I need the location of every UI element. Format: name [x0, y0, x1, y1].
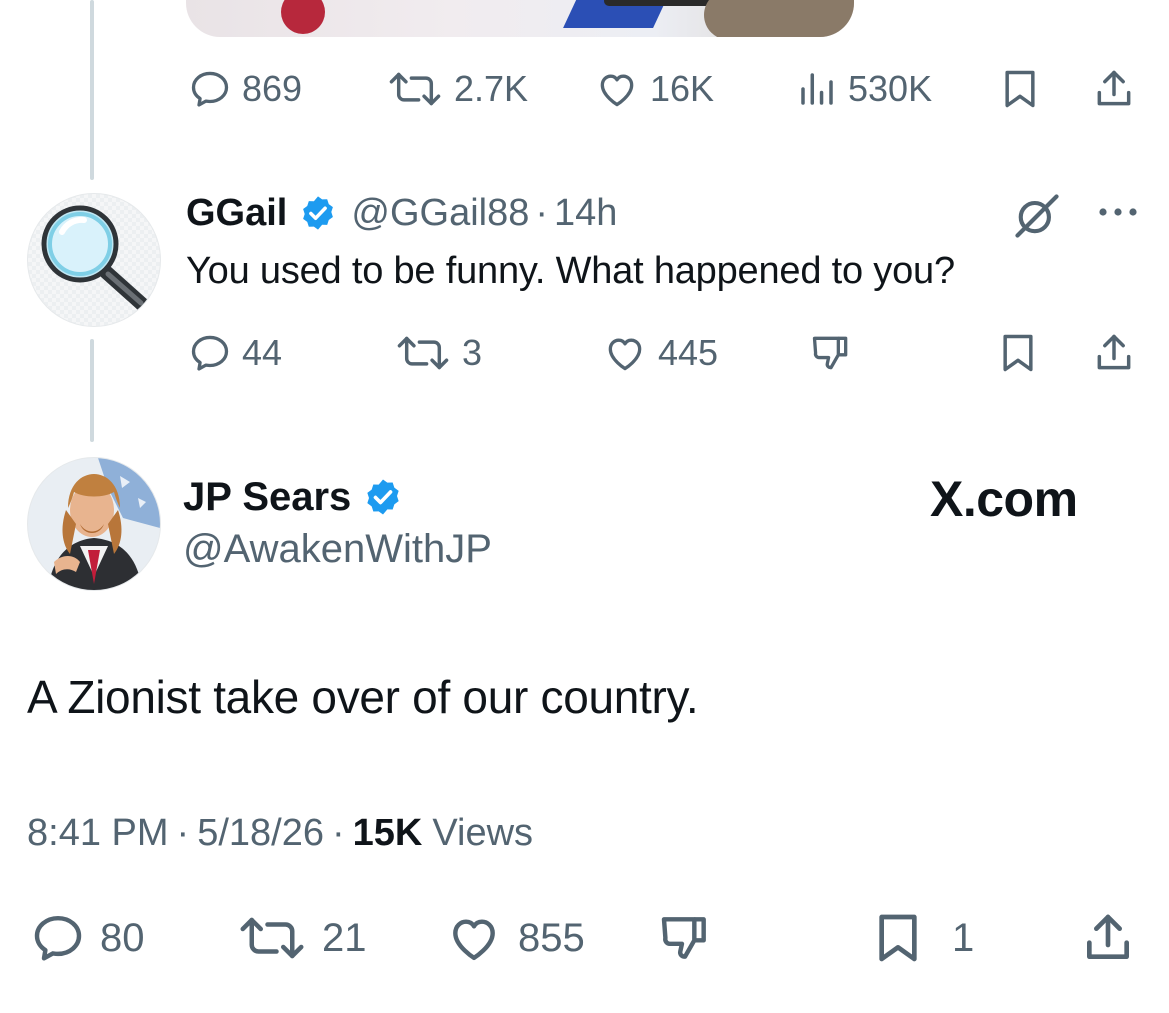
share-icon — [1087, 914, 1129, 959]
repost-count: 21 — [322, 916, 367, 960]
reply-button[interactable]: 80 — [30, 910, 145, 966]
like-count: 855 — [518, 916, 585, 960]
ggail-handle[interactable]: @GGail88 — [351, 192, 529, 235]
like-count: 445 — [658, 332, 719, 373]
tweet-date[interactable]: 5/18/26 — [197, 812, 324, 855]
bookmark-button[interactable] — [998, 67, 1042, 111]
profile-photo-icon — [28, 458, 160, 590]
jp-sears-display-name[interactable]: JP Sears — [183, 475, 351, 520]
ggail-display-name[interactable]: GGail — [186, 192, 287, 235]
bookmark-count: 1 — [952, 916, 975, 960]
jp-sears-header: JP Sears — [183, 474, 403, 520]
views-label[interactable]: Views — [432, 812, 533, 855]
verified-badge-icon — [303, 196, 334, 230]
main-tweet-actions: 80 21 855 1 — [0, 910, 1169, 966]
views-count[interactable]: 15K — [353, 812, 423, 855]
share-icon — [1097, 334, 1131, 370]
repost-icon — [240, 917, 304, 959]
meta-separator: · — [331, 812, 345, 854]
bookmark-button[interactable] — [996, 331, 1040, 375]
more-options-button[interactable] — [1097, 204, 1139, 225]
magnifying-glass-icon — [41, 205, 151, 313]
reply-icon — [191, 335, 229, 371]
like-button[interactable]: 445 — [602, 331, 718, 375]
reply-button[interactable]: 869 — [188, 67, 302, 111]
more-icon — [1099, 208, 1137, 216]
reply-tweet-actions: 44 3 445 — [0, 330, 1169, 376]
previous-tweet-actions: 869 2.7K 16K 530K — [0, 66, 1169, 112]
ggail-tweet-text: You used to be funny. What happened to y… — [186, 250, 955, 292]
repost-count: 3 — [462, 332, 483, 373]
dislike-button[interactable] — [806, 331, 856, 375]
previous-tweet-media[interactable] — [186, 0, 854, 37]
bookmark-icon — [1005, 70, 1035, 108]
repost-count: 2.7K — [454, 68, 529, 109]
share-button[interactable] — [1092, 67, 1136, 111]
like-button[interactable]: 16K — [594, 67, 714, 111]
reply-count: 80 — [100, 916, 145, 960]
repost-button[interactable]: 2.7K — [386, 67, 528, 111]
bookmark-icon — [879, 914, 917, 962]
x-com-watermark: X.com — [930, 471, 1078, 527]
bookmark-icon — [1003, 334, 1033, 372]
tweet-time[interactable]: 8:41 PM — [27, 812, 169, 855]
main-tweet-text: A Zionist take over of our country. — [27, 671, 699, 723]
grok-icon — [1015, 194, 1059, 238]
share-button[interactable] — [1092, 331, 1136, 375]
ggail-avatar[interactable] — [27, 193, 161, 327]
like-icon — [600, 74, 634, 107]
header-separator: · — [535, 191, 549, 234]
dislike-icon — [661, 917, 706, 959]
views-count: 530K — [848, 68, 933, 109]
reply-count: 44 — [242, 332, 283, 373]
bookmark-button[interactable]: 1 — [870, 910, 974, 966]
reply-icon — [191, 71, 229, 107]
jp-sears-handle[interactable]: @AwakenWithJP — [183, 527, 492, 572]
repost-icon — [389, 72, 441, 106]
reply-icon — [34, 915, 82, 961]
like-button[interactable]: 855 — [444, 910, 585, 966]
views-icon — [801, 73, 833, 105]
like-count: 16K — [650, 68, 715, 109]
repost-button[interactable]: 3 — [394, 331, 482, 375]
views-button[interactable]: 530K — [796, 67, 932, 111]
ggail-header: GGail @GGail88 · 14h — [186, 190, 617, 236]
dislike-icon — [812, 336, 848, 370]
meta-separator: · — [176, 812, 190, 854]
share-button[interactable] — [1080, 910, 1136, 966]
share-icon — [1097, 70, 1131, 106]
reply-count: 869 — [242, 68, 303, 109]
tweet-thread: 869 2.7K 16K 530K GGail @GGail88 · 14h Y… — [0, 0, 1169, 1013]
verified-badge-icon — [367, 479, 399, 515]
grok-button[interactable] — [1011, 190, 1063, 247]
jp-sears-avatar[interactable] — [27, 457, 161, 591]
dislike-button[interactable] — [654, 910, 716, 966]
tweet-meta: 8:41 PM · 5/18/26 · 15K Views — [27, 812, 533, 855]
like-icon — [453, 919, 495, 961]
repost-button[interactable]: 21 — [236, 910, 367, 966]
like-icon — [608, 338, 642, 371]
reply-button[interactable]: 44 — [188, 331, 282, 375]
ggail-timestamp[interactable]: 14h — [554, 192, 617, 235]
repost-icon — [397, 336, 449, 370]
